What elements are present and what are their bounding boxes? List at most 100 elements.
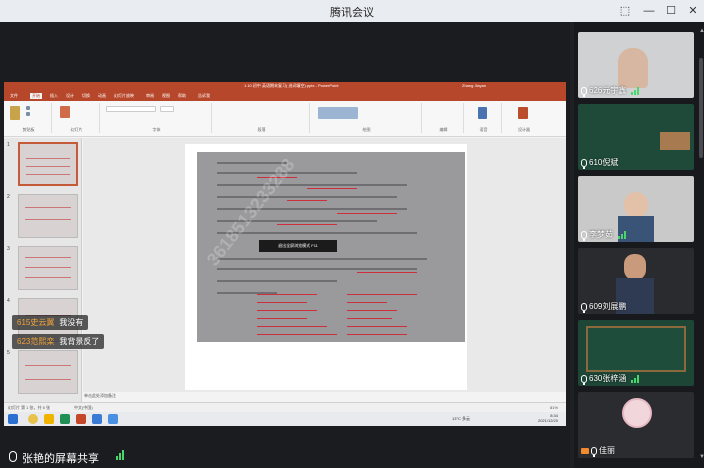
minimize-button[interactable]: — — [640, 2, 658, 20]
ppt-status-bar: 幻灯片 第 1 张，共 5 张 中文(中国) 81% — [4, 402, 566, 412]
ribbon-group: 剪贴板 — [6, 103, 52, 133]
blackboard — [586, 326, 686, 372]
scroll-down-arrow-icon[interactable]: ▼ — [699, 454, 704, 460]
participant-face — [618, 48, 648, 88]
cut-icon — [26, 106, 30, 110]
close-button[interactable]: ✕ — [684, 2, 702, 20]
mic-icon — [9, 451, 17, 462]
thumb-number: 1 — [7, 142, 10, 148]
title-bar: 腾讯会议 ⬚ — ☐ ✕ — [0, 0, 704, 22]
ribbon-group-label: 设计器 — [518, 127, 530, 132]
ribbon-group: 段落 — [214, 103, 310, 133]
participant-label: 626元宇鑫 — [581, 85, 640, 97]
slide-thumbnail — [18, 194, 78, 238]
signal-icon — [631, 374, 640, 383]
paste-icon — [10, 106, 20, 120]
scroll-up-arrow-icon[interactable]: ▲ — [699, 28, 704, 34]
pin-icon[interactable]: ⬚ — [616, 2, 634, 20]
maximize-button[interactable]: ☐ — [662, 2, 680, 20]
participant-name: 610倪斌 — [589, 158, 619, 167]
participant-label: 630张梓涵 — [581, 373, 640, 385]
signal-icon — [618, 230, 626, 239]
participant-label: 李梦茹 — [581, 229, 626, 241]
video-tile[interactable]: 李梦茹 — [578, 176, 694, 242]
ppt-tab: 切换 — [82, 93, 90, 98]
fullscreen-tooltip: 退出全屏浏览模式 F11 — [259, 240, 337, 252]
chat-bubble: 615史云翼 我没有 — [12, 315, 89, 330]
video-tile[interactable]: 609刘展鹏 — [578, 248, 694, 314]
background-shelf — [660, 132, 690, 150]
chrome-icon — [28, 414, 38, 424]
ribbon-group-label: 编辑 — [439, 127, 448, 132]
taskbar-clock: 8:34 2021/12/20 — [538, 413, 558, 423]
copy-icon — [26, 112, 30, 116]
video-tile[interactable]: 佳丽 — [578, 392, 694, 458]
ribbon-group-label: 段落 — [257, 127, 266, 132]
chat-sender: 623范熙栾 — [17, 337, 55, 346]
participant-face — [624, 254, 646, 280]
window-title: 腾讯会议 — [330, 7, 374, 19]
chat-sender: 615史云翼 — [17, 318, 55, 327]
mic-icon — [581, 230, 587, 241]
weather-readout: 13°C 多云 — [452, 416, 471, 421]
ppt-tab: 动画 — [98, 93, 106, 98]
ribbon-group: 绘图 — [312, 103, 422, 133]
ppt-tab: 审阅 — [146, 93, 154, 98]
language-indicator: 中文(中国) — [74, 405, 93, 410]
powerpoint-window: 1.10 初中 英语期末复习( 选词填空).pptx - PowerPoint … — [4, 82, 566, 412]
ppt-title-bar: 1.10 初中 英语期末复习( 选词填空).pptx - PowerPoint … — [4, 82, 566, 92]
participant-name: 609刘展鹏 — [589, 302, 627, 311]
mic-icon — [591, 446, 597, 457]
ppt-tab: 插入 — [50, 93, 58, 98]
taskbar-date: 2021/12/20 — [537, 418, 558, 423]
app-icon — [92, 414, 102, 424]
mic-icon — [581, 374, 587, 385]
ppt-user-name: Zhang Jiayan — [462, 83, 487, 88]
slide-counter: 幻灯片 第 1 张，共 5 张 — [8, 405, 51, 410]
mic-icon — [581, 302, 587, 313]
participant-face — [624, 192, 648, 218]
ppt-menu-tabs: 文件 开始 插入 设计 切换 动画 幻灯片放映 审阅 视图 帮助 告诉我 — [4, 92, 566, 101]
participant-label: 610倪斌 — [581, 157, 619, 169]
notes-placeholder: 单击此处添加备注 — [84, 393, 116, 398]
video-tile[interactable]: 610倪斌 — [578, 104, 694, 170]
signal-icon — [116, 450, 124, 460]
screen-share-icon — [581, 447, 589, 454]
windows-taskbar: 13°C 多云 8:34 2021/12/20 — [4, 412, 566, 426]
thumb-number: 5 — [7, 350, 10, 356]
ribbon-group: 字体 — [102, 103, 212, 133]
video-tile[interactable]: 630张梓涵 — [578, 320, 694, 386]
font-size-select — [160, 106, 174, 112]
shared-screen-view[interactable]: 1.10 初中 英语期末复习( 选词填空).pptx - PowerPoint … — [0, 22, 570, 446]
participant-gallery[interactable]: 626元宇鑫 610倪斌 李梦茹 609刘展鹏 630张梓涵 佳丽 ▲ ▼ — [574, 22, 704, 468]
font-name-select — [106, 106, 156, 112]
designer-icon — [518, 107, 528, 119]
ribbon-group-label: 语音 — [479, 127, 488, 132]
ppt-tab: 视图 — [162, 93, 170, 98]
participant-label: 609刘展鹏 — [581, 301, 627, 313]
signal-icon — [631, 86, 640, 95]
file-explorer-icon — [44, 414, 54, 424]
powerpoint-taskbar-icon — [76, 414, 86, 424]
participant-name: 李梦茹 — [589, 230, 613, 239]
chat-message: 我背景反了 — [59, 337, 100, 346]
windows-start-icon — [8, 414, 18, 424]
gallery-scrollbar[interactable] — [699, 58, 703, 158]
video-tile[interactable]: 626元宇鑫 — [578, 32, 694, 98]
ppt-tab: 文件 — [10, 93, 18, 98]
slide-thumbnail — [18, 246, 78, 290]
thumb-number: 3 — [7, 246, 10, 252]
shapes-gallery — [318, 107, 358, 119]
participant-name: 佳丽 — [599, 446, 615, 455]
avatar — [622, 398, 652, 428]
participant-name: 626元宇鑫 — [589, 86, 627, 95]
slide: 退出全屏浏览模式 F11 — [185, 144, 467, 390]
screen-share-bar: 张艳的屏幕共享 — [0, 446, 570, 468]
dictate-icon — [478, 107, 487, 119]
ribbon-group-label: 绘图 — [362, 127, 371, 132]
chat-bubble: 623范熙栾 我背景反了 — [12, 334, 105, 349]
zoom-level: 81% — [550, 405, 559, 410]
mic-icon — [581, 86, 587, 97]
ribbon-group-label: 幻灯片 — [70, 127, 83, 132]
slide-thumbnail — [18, 142, 78, 186]
